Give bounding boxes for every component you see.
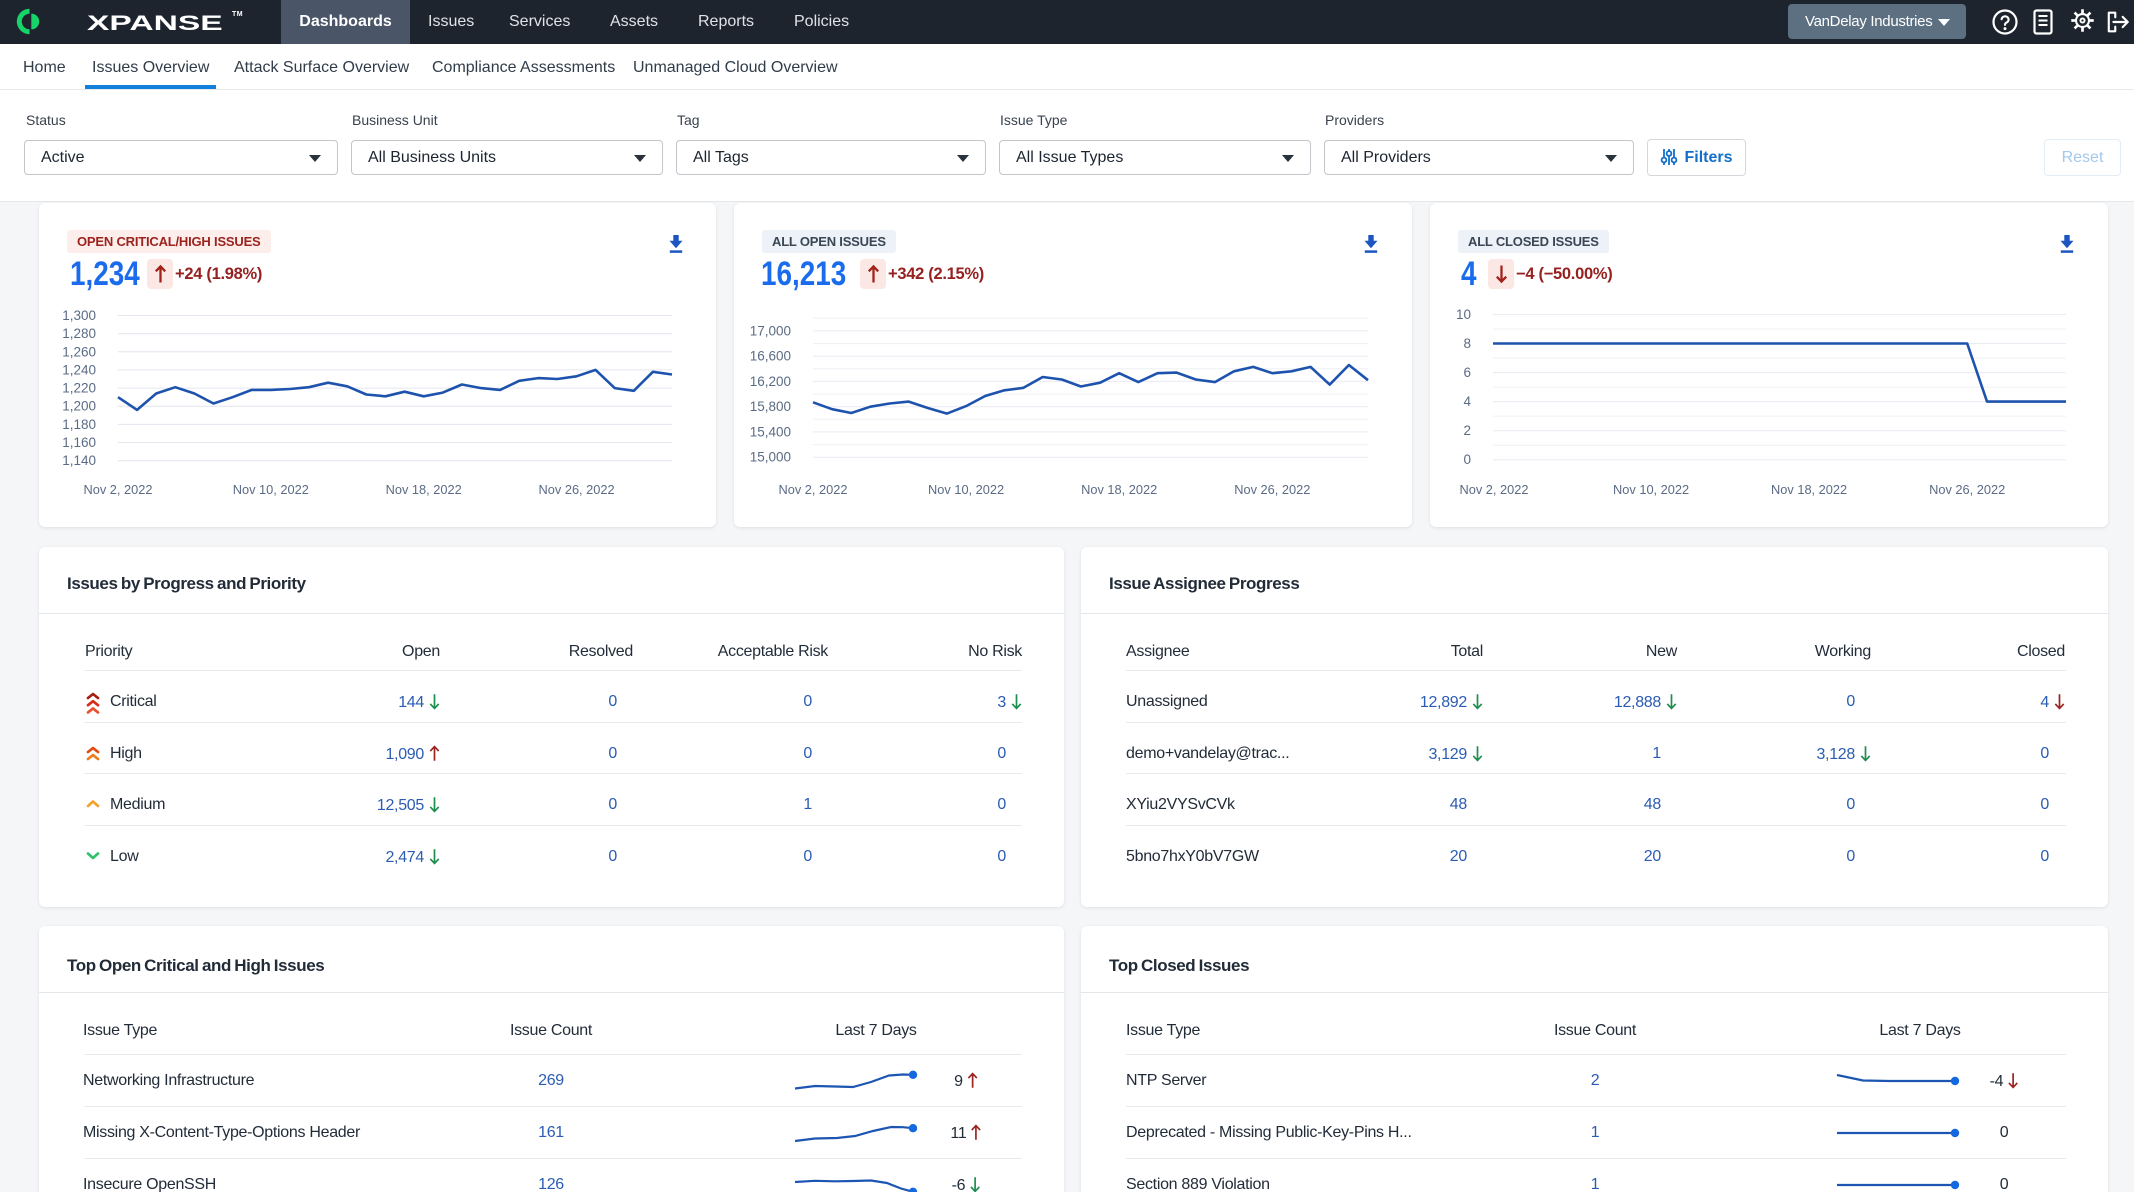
svg-text:6: 6 (1463, 365, 1471, 380)
svg-text:1,140: 1,140 (62, 453, 96, 468)
svg-text:Nov 26, 2022: Nov 26, 2022 (1234, 482, 1310, 497)
svg-text:1,260: 1,260 (62, 344, 96, 359)
svg-text:Nov 18, 2022: Nov 18, 2022 (386, 482, 462, 497)
svg-text:15,800: 15,800 (750, 399, 791, 414)
svg-text:1,180: 1,180 (62, 417, 96, 432)
svg-text:15,400: 15,400 (750, 424, 791, 439)
svg-text:Nov 26, 2022: Nov 26, 2022 (539, 482, 615, 497)
svg-text:1,240: 1,240 (62, 362, 96, 377)
svg-text:1,160: 1,160 (62, 435, 96, 450)
svg-text:1,280: 1,280 (62, 326, 96, 341)
svg-text:Nov 18, 2022: Nov 18, 2022 (1081, 482, 1157, 497)
svg-text:Nov 2, 2022: Nov 2, 2022 (1459, 482, 1528, 497)
svg-text:1,220: 1,220 (62, 381, 96, 396)
svg-text:Nov 2, 2022: Nov 2, 2022 (83, 482, 152, 497)
svg-text:Nov 10, 2022: Nov 10, 2022 (1613, 482, 1689, 497)
svg-text:Nov 26, 2022: Nov 26, 2022 (1929, 482, 2005, 497)
svg-text:1,300: 1,300 (62, 308, 96, 323)
svg-text:17,000: 17,000 (750, 323, 791, 338)
svg-text:2: 2 (1463, 423, 1471, 438)
svg-text:15,000: 15,000 (750, 450, 791, 465)
svg-text:8: 8 (1463, 336, 1471, 351)
svg-text:10: 10 (1456, 307, 1471, 322)
svg-text:Nov 18, 2022: Nov 18, 2022 (1771, 482, 1847, 497)
svg-text:4: 4 (1463, 394, 1471, 409)
svg-text:0: 0 (1463, 452, 1471, 467)
svg-text:Nov 2, 2022: Nov 2, 2022 (778, 482, 847, 497)
svg-text:1,200: 1,200 (62, 399, 96, 414)
svg-text:Nov 10, 2022: Nov 10, 2022 (233, 482, 309, 497)
svg-text:16,600: 16,600 (750, 349, 791, 364)
svg-text:16,200: 16,200 (750, 374, 791, 389)
svg-text:Nov 10, 2022: Nov 10, 2022 (928, 482, 1004, 497)
